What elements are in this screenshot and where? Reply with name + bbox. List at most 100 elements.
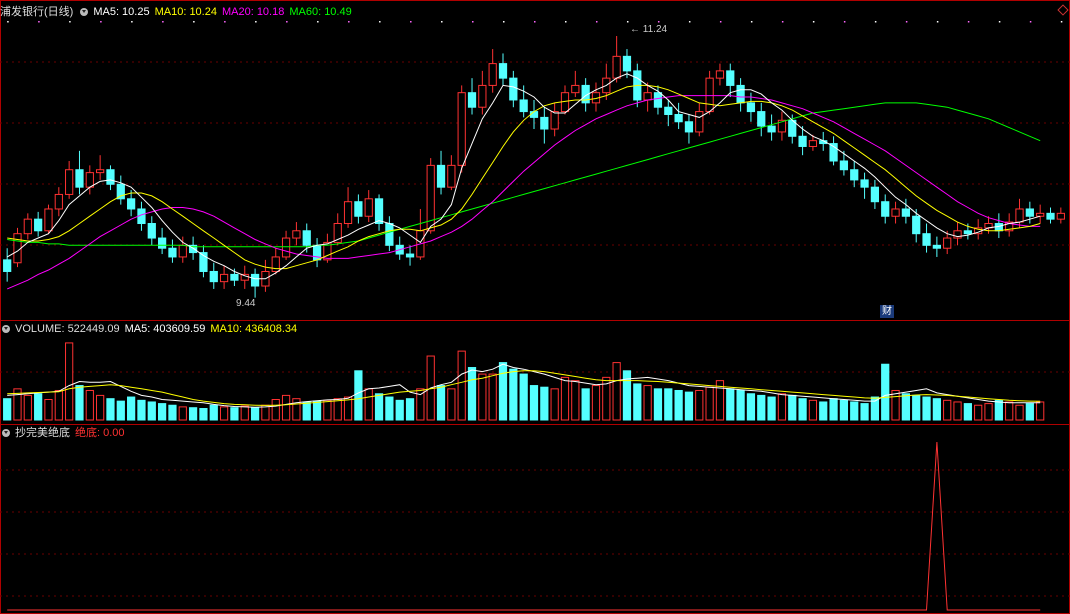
candle-down — [168, 247, 177, 258]
volume-bar-up — [219, 406, 229, 421]
candle-up — [271, 256, 280, 272]
volume-settings-icon[interactable] — [2, 325, 10, 333]
financial-report-badge[interactable]: 财 — [880, 305, 894, 318]
volume-bar-down — [674, 389, 683, 421]
volume-bar-down — [405, 398, 415, 421]
candle-up — [13, 233, 22, 264]
signal-marker — [224, 21, 226, 23]
volume-bar-down — [798, 398, 807, 421]
chart-frame — [0, 0, 1070, 614]
candle-down — [302, 230, 311, 246]
volume-bar-down — [147, 401, 156, 421]
volume-bar-up — [364, 388, 373, 421]
price-panel-header: 浦发银行(日线) MA5: 10.25 MA10: 10.24 MA20: 10.18… — [0, 4, 357, 20]
ma20-line — [7, 95, 1041, 290]
signal-marker — [317, 21, 319, 23]
volume-bar-up — [808, 399, 818, 421]
volume-bar-down — [509, 368, 518, 421]
candle-down — [839, 160, 849, 171]
candle-down — [3, 259, 12, 272]
high-price-value: 11.24 — [642, 24, 668, 35]
volume-bar-up — [777, 393, 787, 421]
volume-bar-down — [870, 396, 880, 421]
candle-up — [219, 273, 229, 283]
volume-bar-down — [726, 388, 735, 421]
indicator-value: 绝底: 0.00 — [75, 427, 125, 439]
signal-marker — [38, 21, 40, 23]
volume-bar-down — [767, 396, 776, 421]
volume-ma5-label: MA5: 403609.59 — [124, 323, 206, 335]
signal-marker — [286, 21, 288, 23]
candle-up — [808, 140, 818, 147]
ma5-label: MA5: 10.25 — [93, 6, 150, 18]
candle-up — [1015, 208, 1024, 223]
candle-down — [374, 198, 384, 225]
volume-bar-down — [788, 394, 797, 421]
volume-bar-up — [1036, 401, 1045, 421]
candle-down — [75, 169, 84, 188]
candle-up — [1036, 212, 1045, 217]
candle-down — [519, 99, 528, 113]
volume-bar-up — [65, 342, 74, 421]
ma60-label: MA60: 10.49 — [289, 6, 352, 18]
volume-bar-up — [591, 385, 601, 421]
candle-up — [447, 164, 456, 188]
candle-up — [488, 63, 497, 86]
volume-bar-down — [374, 393, 384, 421]
candle-up — [23, 218, 32, 235]
candle-down — [116, 183, 125, 200]
stock-title[interactable]: 浦发银行(日线) — [0, 6, 73, 18]
candle-down — [127, 198, 136, 210]
volume-bar-down — [912, 394, 921, 421]
candle-down — [653, 92, 663, 108]
candle-down — [860, 179, 869, 188]
volume-bar-down — [860, 403, 869, 421]
candle-up — [343, 201, 353, 225]
candle-down — [1046, 212, 1055, 220]
candle-up — [44, 208, 53, 232]
volume-bar-up — [96, 394, 105, 421]
volume-bar-down — [1025, 403, 1034, 421]
signal-marker — [410, 21, 412, 23]
candle-up — [54, 193, 63, 210]
signal-marker — [967, 21, 970, 23]
candle-up — [457, 92, 466, 166]
signal-marker — [781, 21, 784, 23]
settings-dropdown-icon[interactable] — [80, 8, 89, 16]
signal-marker — [472, 21, 474, 23]
volume-bar-up — [571, 380, 580, 421]
volume-bar-up — [323, 399, 332, 421]
volume-bar-up — [1005, 401, 1014, 421]
candle-down — [746, 102, 756, 113]
candle-down — [736, 84, 745, 104]
volume-bar-down — [209, 404, 218, 421]
candle-down — [622, 55, 632, 72]
volume-label: VOLUME: 522449.09 — [15, 323, 120, 335]
volume-bar-down — [684, 391, 694, 421]
indicator-name: 抄完美绝底 — [15, 427, 70, 439]
candle-up — [65, 169, 74, 195]
candle-up — [705, 77, 714, 113]
signal-marker — [7, 21, 9, 23]
stock-chart[interactable] — [0, 0, 1070, 614]
signal-marker — [379, 21, 381, 23]
signal-marker — [564, 21, 567, 23]
volume-bar-down — [746, 393, 756, 421]
volume-bar-down — [158, 403, 167, 421]
volume-bar-down — [839, 399, 849, 421]
volume-bar-down — [199, 408, 208, 421]
candle-up — [943, 237, 952, 249]
candle-up — [178, 244, 187, 258]
volume-bar-down — [106, 398, 115, 421]
candle-down — [798, 135, 807, 147]
signal-marker — [1029, 21, 1032, 23]
candle-down — [726, 70, 735, 86]
signal-marker — [626, 21, 629, 23]
volume-bar-down — [116, 400, 125, 421]
volume-bar-up — [984, 403, 993, 421]
signal-marker — [843, 21, 846, 23]
candle-down — [912, 215, 921, 235]
candle-up — [715, 70, 725, 79]
volume-bar-down — [3, 398, 12, 421]
indicator-settings-icon[interactable] — [2, 429, 10, 437]
